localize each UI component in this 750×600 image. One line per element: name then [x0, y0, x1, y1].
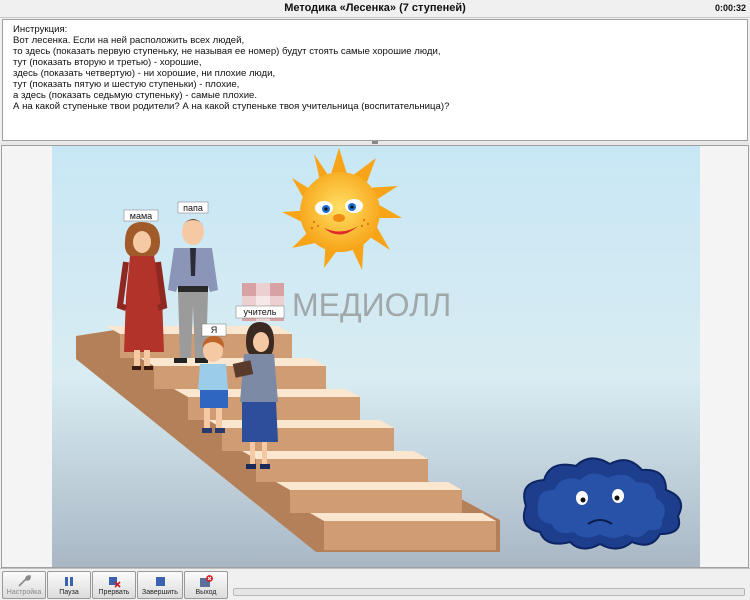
- sun-face: [300, 172, 380, 252]
- timer: 0:00:32: [714, 3, 746, 13]
- child-label: Я: [211, 325, 218, 335]
- pause-button-label: Пауза: [59, 589, 79, 596]
- instruction-line: тут (показать пятую и шестую ступеньки) …: [13, 79, 240, 90]
- instruction-line: тут (показать вторую и третью) - хорошие…: [13, 57, 202, 68]
- instruction-heading: Инструкция:: [13, 24, 68, 35]
- stop-x-icon: [109, 577, 121, 588]
- finish-button-label: Завершить: [142, 589, 178, 596]
- instructions-panel: Инструкция: Вот лесенка. Если на ней рас…: [2, 19, 748, 141]
- instruction-line: Вот лесенка. Если на ней расположить все…: [13, 35, 245, 46]
- dad-label: папа: [183, 203, 203, 213]
- progress-bar: [233, 588, 745, 596]
- wrench-icon: [18, 575, 31, 587]
- cloud-character: [522, 457, 682, 550]
- app-window: Методика «Лесенка» (7 ступеней) 0:00:32 …: [0, 0, 750, 600]
- stop-icon: [156, 577, 165, 586]
- teacher-label: учитель: [244, 307, 277, 317]
- splitter-grip-icon[interactable]: [372, 141, 378, 144]
- exit-button[interactable]: Выход: [184, 571, 228, 599]
- watermark-text: МЕДИОЛЛ: [292, 287, 451, 323]
- ladder-illustration: МЕДИОЛЛ мама папа Я учитель: [52, 146, 700, 567]
- instruction-question: А на какой ступеньке твои родители? А на…: [13, 101, 450, 112]
- instruction-line: а здесь (показать седьмую ступеньку) - с…: [13, 90, 258, 101]
- instruction-line: здесь (показать четвертую) - ни хорошие,…: [13, 68, 276, 79]
- interrupt-button[interactable]: Прервать: [92, 571, 136, 599]
- exit-icon: [200, 575, 213, 587]
- title-bar: Методика «Лесенка» (7 ступеней) 0:00:32: [0, 0, 750, 18]
- ladder-scene: МЕДИОЛЛ мама папа Я учитель: [52, 146, 700, 567]
- pause-icon: [65, 577, 73, 586]
- interrupt-button-label: Прервать: [98, 589, 130, 596]
- settings-button-label: Настройка: [6, 589, 42, 596]
- exit-button-label: Выход: [195, 589, 217, 596]
- window-title: Методика «Лесенка» (7 ступеней): [284, 2, 466, 14]
- finish-button[interactable]: Завершить: [137, 571, 183, 599]
- instruction-line: то здесь (показать первую ступеньку, не …: [13, 46, 441, 57]
- pause-button[interactable]: Пауза: [47, 571, 91, 599]
- mom-label: мама: [130, 211, 152, 221]
- settings-button[interactable]: Настройка: [2, 571, 46, 599]
